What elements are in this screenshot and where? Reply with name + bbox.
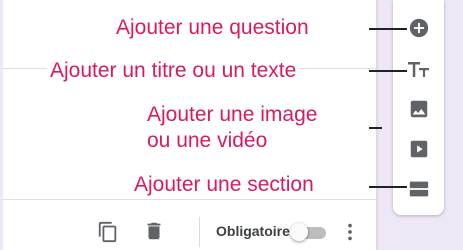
add-video-icon[interactable] [406, 136, 432, 162]
add-title-icon[interactable] [406, 57, 432, 83]
annotation-add-section: Ajouter une section [131, 174, 317, 196]
required-toggle[interactable] [290, 223, 328, 241]
leader-line-image [369, 127, 382, 129]
add-section-icon[interactable] [406, 176, 432, 202]
annotation-add-image-line2: ou une vidéo [147, 129, 268, 152]
floating-toolbar [393, 0, 444, 215]
annotation-add-image-line1: Ajouter une image [147, 103, 318, 126]
add-question-icon[interactable] [406, 15, 432, 41]
leader-line-title [369, 70, 407, 72]
leader-line-section [369, 186, 407, 188]
more-options-icon[interactable] [338, 220, 362, 244]
annotation-add-title: Ajouter un titre ou un texte [47, 60, 300, 82]
form-editor-screenshot: Obligatoire Ajouter une question Ajouter… [0, 0, 463, 250]
annotation-add-question: Ajouter une question [113, 17, 312, 39]
leader-line-question [369, 28, 407, 30]
duplicate-icon[interactable] [96, 220, 120, 244]
delete-icon[interactable] [142, 219, 166, 243]
footer-separator [199, 217, 200, 247]
add-image-icon[interactable] [406, 96, 432, 122]
toggle-thumb [290, 223, 308, 241]
card-footer-divider [3, 199, 376, 200]
required-label: Obligatoire [216, 223, 290, 239]
